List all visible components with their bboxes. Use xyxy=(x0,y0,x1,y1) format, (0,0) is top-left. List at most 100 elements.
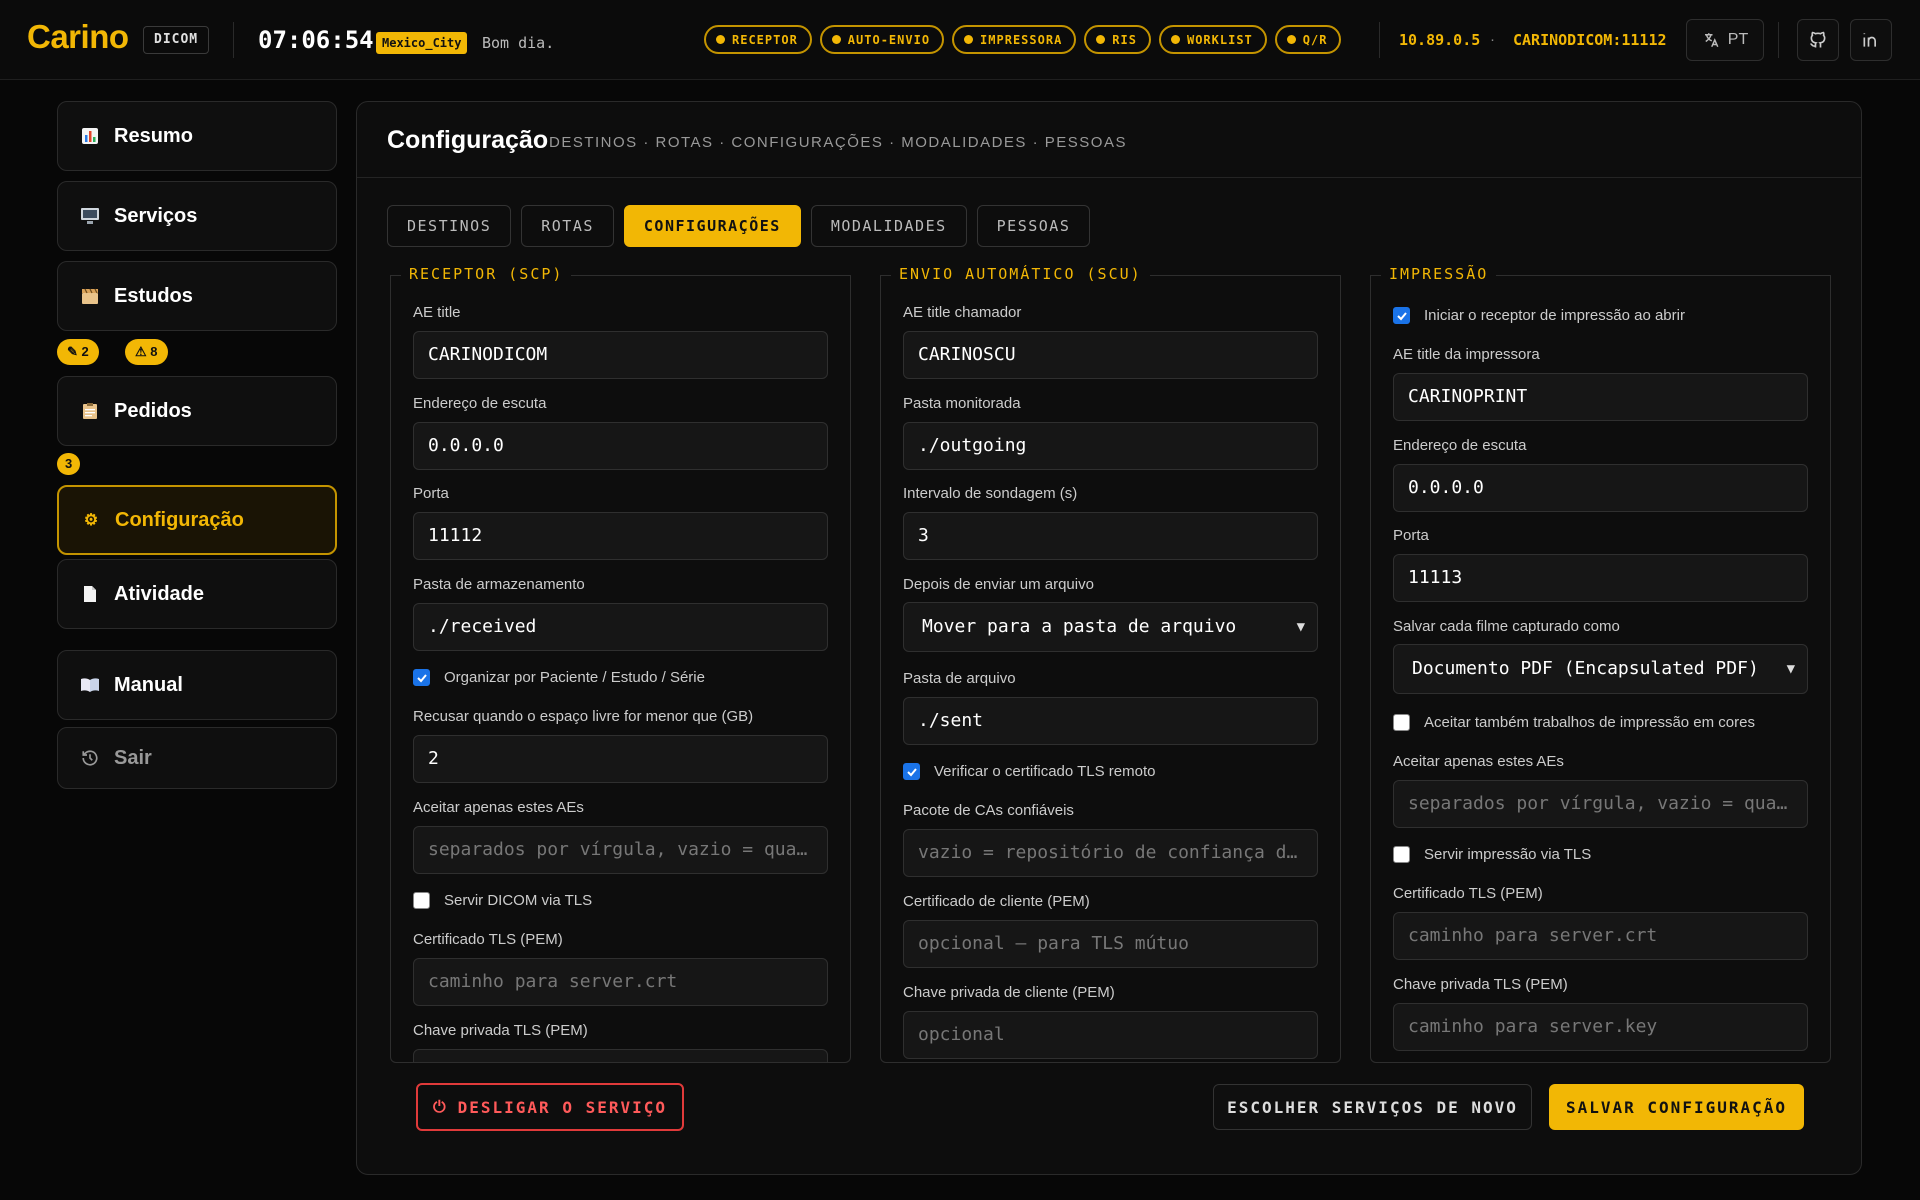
service-pill-worklist[interactable]: WORKLIST xyxy=(1158,25,1267,54)
organize-checkbox-row[interactable]: Organizar por Paciente / Estudo / Série xyxy=(413,669,705,686)
tls-checkbox[interactable] xyxy=(413,892,430,909)
caller-label: AE title chamador xyxy=(903,304,1022,321)
github-button[interactable] xyxy=(1797,19,1839,61)
receptor-ae-title-input[interactable]: CARINODICOM xyxy=(413,331,828,379)
envio-poll-input[interactable]: 3 xyxy=(903,512,1318,560)
printer-cert-input[interactable]: caminho para server.crt xyxy=(1393,912,1808,960)
tab-pessoas[interactable]: PESSOAS xyxy=(976,205,1091,247)
status-dot-icon xyxy=(1096,35,1106,44)
chart-icon xyxy=(80,126,100,146)
printer-port-input[interactable]: 11113 xyxy=(1393,554,1808,602)
tab-rotas[interactable]: ROTAS xyxy=(521,205,614,247)
sidebar-item-estudos[interactable]: Estudos xyxy=(57,261,337,331)
service-status-pills: RECEPTOR AUTO-ENVIO IMPRESSORA RIS WORKL… xyxy=(704,25,1342,54)
receptor-storage-input[interactable]: ./received xyxy=(413,603,828,651)
service-pill-receptor[interactable]: RECEPTOR xyxy=(704,25,812,54)
orders-count-badge[interactable]: 3 xyxy=(57,453,81,475)
status-dot-icon xyxy=(1170,35,1180,44)
check-icon xyxy=(416,673,427,682)
sidebar-item-servicos[interactable]: Serviços xyxy=(57,181,337,251)
printer-key-label: Chave privada TLS (PEM) xyxy=(1393,976,1568,993)
poll-label: Intervalo de sondagem (s) xyxy=(903,485,1078,502)
status-dot-icon xyxy=(831,35,841,44)
linkedin-button[interactable] xyxy=(1850,19,1892,61)
envio-client-cert-input[interactable]: opcional — para TLS mútuo xyxy=(903,920,1318,968)
clapperboard-icon xyxy=(80,286,100,306)
printer-listen-label: Endereço de escuta xyxy=(1393,437,1527,454)
verify-checkbox-row[interactable]: Verificar o certificado TLS remoto xyxy=(903,763,1155,780)
pencil-icon: ✎ xyxy=(67,344,78,359)
check-icon xyxy=(1396,311,1407,320)
tab-destinos[interactable]: DESTINOS xyxy=(387,205,512,247)
greeting: Bom dia. xyxy=(482,34,555,52)
sidebar-item-resumo[interactable]: Resumo xyxy=(57,101,337,171)
receptor-fieldset: AE title CARINODICOM Endereço de escuta … xyxy=(390,275,851,1063)
page-title: Configuração xyxy=(387,126,549,154)
color-checkbox-row[interactable]: Aceitar também trabalhos de impressão em… xyxy=(1393,714,1755,731)
service-pill-qr[interactable]: Q/R xyxy=(1274,25,1342,54)
impressao-legend: IMPRESSÃO xyxy=(1381,265,1497,283)
receptor-key-input[interactable] xyxy=(413,1049,828,1062)
tab-configuracoes[interactable]: CONFIGURAÇÕES xyxy=(623,205,801,247)
sidebar-item-atividade[interactable]: Atividade xyxy=(57,559,337,629)
printer-tls-checkbox[interactable] xyxy=(1393,846,1410,863)
autostart-checkbox-row[interactable]: Iniciar o receptor de impressão ao abrir xyxy=(1393,307,1685,324)
printer-key-input[interactable]: caminho para server.key xyxy=(1393,1003,1808,1051)
config-panel: Configuração DESTINOS · ROTAS · CONFIGUR… xyxy=(356,101,1862,1175)
watch-label: Pasta monitorada xyxy=(903,395,1021,412)
panel-header: Configuração DESTINOS · ROTAS · CONFIGUR… xyxy=(357,102,1861,178)
receptor-refuse-input[interactable]: 2 xyxy=(413,735,828,783)
receptor-accept-input[interactable]: separados por vírgula, vazio = qua… xyxy=(413,826,828,874)
sidebar-item-pedidos[interactable]: Pedidos xyxy=(57,376,337,446)
cert-label: Certificado TLS (PEM) xyxy=(413,931,563,948)
choose-services-button[interactable]: ESCOLHER SERVIÇOS DE NOVO xyxy=(1213,1084,1532,1130)
envio-after-select[interactable]: Mover para a pasta de arquivo ▼ xyxy=(903,602,1318,652)
printer-tls-checkbox-row[interactable]: Servir impressão via TLS xyxy=(1393,846,1591,863)
service-pill-auto-envio[interactable]: AUTO-ENVIO xyxy=(819,25,945,54)
document-icon xyxy=(80,584,100,604)
envio-archive-input[interactable]: ./sent xyxy=(903,697,1318,745)
verify-checkbox[interactable] xyxy=(903,763,920,780)
listen-label: Endereço de escuta xyxy=(413,395,547,412)
color-checkbox[interactable] xyxy=(1393,714,1410,731)
service-pill-ris[interactable]: RIS xyxy=(1084,25,1151,54)
organize-checkbox[interactable] xyxy=(413,669,430,686)
sidebar-item-sair[interactable]: Sair xyxy=(57,727,337,789)
studies-draft-badge[interactable]: ✎ 2 xyxy=(57,339,99,365)
envio-ca-input[interactable]: vazio = repositório de confiança d… xyxy=(903,829,1318,877)
sidebar-item-manual[interactable]: Manual xyxy=(57,650,337,720)
autostart-checkbox[interactable] xyxy=(1393,307,1410,324)
key-label: Chave privada TLS (PEM) xyxy=(413,1022,588,1039)
book-icon xyxy=(80,675,100,695)
receptor-listen-input[interactable]: 0.0.0.0 xyxy=(413,422,828,470)
after-label: Depois de enviar um arquivo xyxy=(903,576,1094,593)
separator: · xyxy=(1490,31,1495,48)
ca-label: Pacote de CAs confiáveis xyxy=(903,802,1074,819)
clock: 07:06:54 xyxy=(258,26,374,54)
sidebar-item-configuracao[interactable]: ⚙ Configuração xyxy=(57,485,337,555)
tls-checkbox-row[interactable]: Servir DICOM via TLS xyxy=(413,892,592,909)
printer-accept-input[interactable]: separados por vírgula, vazio = qua… xyxy=(1393,780,1808,828)
receptor-cert-input[interactable]: caminho para server.crt xyxy=(413,958,828,1006)
printer-ae-input[interactable]: CARINOPRINT xyxy=(1393,373,1808,421)
printer-listen-input[interactable]: 0.0.0.0 xyxy=(1393,464,1808,512)
service-pill-impressora[interactable]: IMPRESSORA xyxy=(952,25,1077,54)
page-subtitle: DESTINOS · ROTAS · CONFIGURAÇÕES · MODAL… xyxy=(549,134,1127,151)
tab-modalidades[interactable]: MODALIDADES xyxy=(810,205,967,247)
envio-caller-input[interactable]: CARINOSCU xyxy=(903,331,1318,379)
studies-warning-badge[interactable]: ⚠ 8 xyxy=(125,339,168,365)
header-divider xyxy=(1778,22,1779,58)
shutdown-button[interactable]: ⏻ DESLIGAR O SERVIÇO xyxy=(416,1083,684,1131)
receptor-port-input[interactable]: 11112 xyxy=(413,512,828,560)
printer-accept-label: Aceitar apenas estes AEs xyxy=(1393,753,1564,770)
language-button[interactable]: PT xyxy=(1686,19,1764,61)
chevron-down-icon: ▼ xyxy=(1296,619,1305,635)
archive-label: Pasta de arquivo xyxy=(903,670,1016,687)
envio-watch-input[interactable]: ./outgoing xyxy=(903,422,1318,470)
envio-client-key-input[interactable]: opcional xyxy=(903,1011,1318,1059)
save-config-button[interactable]: SALVAR CONFIGURAÇÃO xyxy=(1549,1084,1804,1130)
port-label: Porta xyxy=(413,485,449,502)
printer-save-select[interactable]: Documento PDF (Encapsulated PDF) ▼ xyxy=(1393,644,1808,694)
printer-port-label: Porta xyxy=(1393,527,1429,544)
server-ae-port: CARINODICOM:11112 xyxy=(1513,31,1667,49)
